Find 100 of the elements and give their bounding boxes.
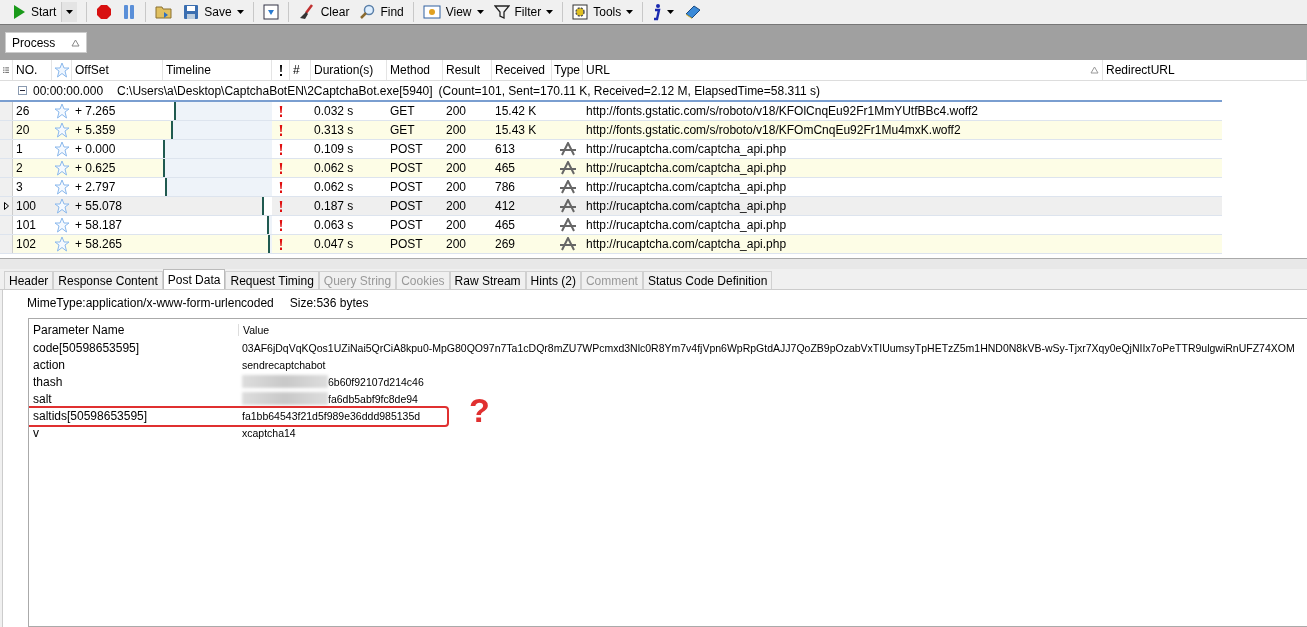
exclamation-icon bbox=[279, 124, 283, 136]
table-cell-text: 200 bbox=[445, 198, 468, 215]
tab[interactable]: Response Content bbox=[53, 271, 163, 289]
table-cell-text: 200 bbox=[445, 103, 468, 120]
table-cell-text: + 5.359 bbox=[74, 122, 117, 139]
start-button[interactable]: Start bbox=[8, 1, 82, 23]
table-cell-text: 200 bbox=[445, 160, 468, 177]
play-icon bbox=[12, 4, 26, 20]
caret-icon bbox=[626, 10, 634, 14]
star-icon[interactable] bbox=[54, 179, 70, 195]
save-button[interactable]: Save bbox=[179, 1, 248, 23]
splitter-bar[interactable] bbox=[0, 258, 1307, 269]
table-cell-text: 465 bbox=[494, 160, 517, 177]
column-header[interactable]: Duration(s) bbox=[311, 60, 387, 80]
table-cell-text: 100 bbox=[15, 198, 38, 215]
column-header[interactable]: Received bbox=[492, 60, 552, 80]
table-cell: fa1bb64543f21d5f989e36ddd985135d bbox=[242, 409, 421, 422]
tools-button[interactable]: Tools bbox=[568, 1, 638, 23]
filter-button[interactable]: Filter bbox=[489, 1, 558, 23]
exclamation-icon bbox=[279, 162, 283, 174]
column-header[interactable]: RedirectURL bbox=[1103, 60, 1307, 80]
tab[interactable]: Header bbox=[4, 271, 54, 289]
table-cell-text: POST bbox=[389, 160, 424, 177]
table-cell-text: http://rucaptcha.com/captcha_api.php bbox=[585, 236, 788, 253]
table-cell-text: 0.047 s bbox=[313, 236, 355, 253]
tab[interactable]: Raw Stream bbox=[449, 271, 526, 289]
size-label: Size:536 bytes bbox=[289, 296, 369, 310]
group-by-label: Process bbox=[12, 35, 56, 50]
session-row[interactable]: 102 + 58.265 0.047 s POST 200 269 http://rucaptcha.com/captcha_api.php bbox=[0, 235, 1222, 254]
table-cell-text: POST bbox=[389, 141, 424, 158]
sort-icon bbox=[1090, 66, 1099, 74]
column-header[interactable]: Method bbox=[387, 60, 443, 80]
star-icon[interactable] bbox=[54, 217, 70, 233]
table-cell-text: http://rucaptcha.com/captcha_api.php bbox=[585, 198, 788, 215]
column-header[interactable]: NO. bbox=[13, 60, 52, 80]
tab[interactable]: Hints (2) bbox=[525, 271, 581, 289]
funnel-icon bbox=[493, 4, 510, 20]
table-cell: xcaptcha14 bbox=[242, 426, 296, 439]
table-cell-text: + 2.797 bbox=[74, 179, 117, 196]
table-cell: fa6db5abf9fc8de94 bbox=[328, 392, 418, 405]
table-cell-text: v bbox=[32, 425, 40, 440]
group-by-chip[interactable]: Process bbox=[5, 32, 87, 53]
table-cell-text: 3 bbox=[15, 179, 24, 196]
session-row[interactable]: 100 + 55.078 0.187 s POST 200 412 http://rucaptcha.com/captcha_api.php bbox=[0, 197, 1222, 216]
find-button[interactable]: Find bbox=[355, 1, 408, 23]
table-cell-text: 613 bbox=[494, 141, 517, 158]
star-icon[interactable] bbox=[54, 122, 70, 138]
column-header[interactable]: Type bbox=[552, 60, 583, 80]
column-header[interactable]: Value bbox=[238, 323, 270, 336]
table-cell-text: 786 bbox=[494, 179, 517, 196]
column-chooser-icon[interactable] bbox=[3, 65, 9, 75]
download-window-icon bbox=[262, 4, 279, 20]
table-cell-text: saltids[50598653595] bbox=[32, 408, 149, 423]
column-header[interactable]: Parameter Name bbox=[29, 322, 238, 337]
column-header[interactable]: OffSet bbox=[72, 60, 163, 80]
table-cell-text: 465 bbox=[494, 217, 517, 234]
table-cell-text: 0.313 s bbox=[313, 122, 355, 139]
star-icon[interactable] bbox=[54, 160, 70, 176]
column-header[interactable]: URL bbox=[583, 60, 1103, 80]
column-header[interactable]: Timeline bbox=[163, 60, 272, 80]
table-cell-text: + 7.265 bbox=[74, 103, 117, 120]
table-cell: 6b60f92107d214c46 bbox=[328, 375, 424, 388]
session-row[interactable]: 2 + 0.625 0.062 s POST 200 465 http://rucaptcha.com/captcha_api.php bbox=[0, 159, 1222, 178]
caret-icon bbox=[667, 10, 675, 14]
table-cell-text: 101 bbox=[15, 217, 38, 234]
column-header[interactable]: # bbox=[290, 60, 311, 80]
table-cell-text: POST bbox=[389, 198, 424, 215]
table-cell-text: http://rucaptcha.com/captcha_api.php bbox=[585, 217, 788, 234]
collapse-icon[interactable] bbox=[18, 86, 27, 95]
group-row[interactable]: 00:00:00.000 C:\Users\a\Desktop\CaptchaBotEN\2CaptchaBot.exe[5940] (Count=101, Sent=170.11 K, Received=2.12 M, ElapsedTime=58.311 s) bbox=[0, 81, 1222, 102]
table-cell-text: GET bbox=[389, 103, 416, 120]
star-icon[interactable] bbox=[54, 198, 70, 214]
star-icon[interactable] bbox=[54, 103, 70, 119]
clear-button[interactable]: Clear bbox=[293, 1, 354, 23]
star-icon[interactable] bbox=[54, 141, 70, 157]
exclamation-icon[interactable] bbox=[278, 64, 283, 76]
star-icon[interactable] bbox=[53, 62, 70, 78]
table-cell-text: 200 bbox=[445, 217, 468, 234]
exclamation-icon bbox=[279, 105, 283, 117]
script-type-icon bbox=[558, 161, 577, 175]
table-cell-text: 15.42 K bbox=[494, 103, 538, 120]
table-cell-text: 0.062 s bbox=[313, 160, 355, 177]
table-cell-text: GET bbox=[389, 122, 416, 139]
table-cell-text: 15.43 K bbox=[494, 122, 538, 139]
tab[interactable]: Request Timing bbox=[225, 271, 319, 289]
session-row[interactable]: 20 + 5.359 0.313 s GET 200 15.43 K http://fonts.gstatic.com/s/roboto/v18/KFOmCnqEu92Fr1Mu4mxK.woff2 bbox=[0, 121, 1222, 140]
table-cell-text: 20 bbox=[15, 122, 31, 139]
exclamation-icon bbox=[279, 238, 283, 250]
book-icon bbox=[684, 4, 703, 20]
table-cell-text: 2 bbox=[15, 160, 24, 177]
table-cell: 03AF6jDqVqKQos1UZiNai5QrCiA8kpu0-MpG80QO97n7Ta1cDQr8mZU7WPcmxd3Nlc0R8Ym7v4fjVpn6WpRpGtdAJJ7QoZB9pOzabVxTIUumsyTpHETzZ5m1HND0N8kVB-wSy-Tjxr7Xqy0eQjNIIx7oPeTTR9ulgwiRnUFZ74XOM bbox=[242, 341, 1295, 354]
star-icon[interactable] bbox=[54, 236, 70, 252]
table-cell-text: + 55.078 bbox=[74, 198, 124, 215]
window-icon bbox=[422, 4, 441, 20]
tab[interactable]: Status Code Definition bbox=[642, 271, 773, 289]
table-cell-text: POST bbox=[389, 236, 424, 253]
view-button[interactable]: View bbox=[418, 1, 488, 23]
tab[interactable]: Post Data bbox=[162, 269, 226, 289]
info-icon bbox=[652, 3, 663, 21]
column-header[interactable]: Result bbox=[443, 60, 492, 80]
